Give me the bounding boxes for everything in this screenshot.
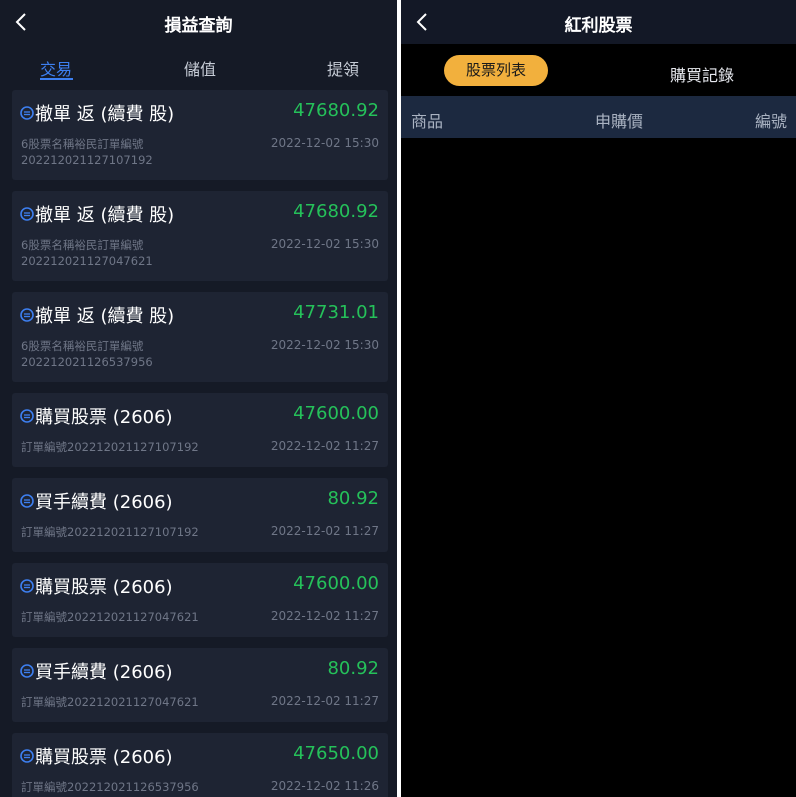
record-order-no: 訂單編號202212021127047621 — [21, 610, 199, 624]
record-order-no: 訂單編號202212021127047621 — [21, 695, 199, 709]
right-header: 紅利股票 — [401, 0, 796, 44]
record-name: 撤單 返 (續費 股) — [35, 306, 175, 327]
record-amount: 80.92 — [327, 488, 379, 509]
column-product: 商品 — [411, 112, 444, 131]
record-desc: 6股票名稱裕民訂單編號 — [21, 238, 144, 252]
list-item[interactable]: 買手續費 (2606) 80.92 訂單編號202212021127107192… — [12, 478, 388, 552]
record-amount: 47731.01 — [293, 302, 379, 323]
record-order-no: 202212021127047621 — [21, 254, 153, 268]
record-name-row: 買手續費 (2606) — [20, 488, 173, 514]
record-time: 2022-12-02 15:30 — [270, 338, 379, 352]
list-item[interactable]: 購買股票 (2606) 47650.00 訂單編號202212021126537… — [12, 733, 388, 797]
list-item[interactable]: 撤單 返 (續費 股) 47680.92 6股票名稱裕民訂單編號 2022120… — [12, 90, 388, 180]
record-amount: 47650.00 — [293, 743, 379, 764]
tab-trade[interactable]: 交易 — [40, 56, 72, 80]
tab-bar: 交易 儲值 提領 — [0, 44, 397, 88]
record-desc: 6股票名稱裕民訂單編號 — [21, 137, 144, 151]
page-title: 損益查詢 — [164, 16, 233, 36]
segment-stock-list[interactable]: 股票列表 — [444, 55, 548, 86]
record-name-row: 買手續費 (2606) — [20, 658, 173, 684]
record-amount: 80.92 — [327, 658, 379, 679]
record-name-row: 撤單 返 (續費 股) — [20, 201, 174, 227]
record-time: 2022-12-02 11:27 — [270, 694, 379, 708]
record-time: 2022-12-02 11:27 — [270, 524, 379, 538]
circle-minus-icon — [20, 664, 34, 678]
segment-control: 股票列表 購買記錄 — [401, 44, 796, 96]
circle-minus-icon — [20, 579, 34, 593]
record-order-no: 202212021126537956 — [21, 355, 153, 369]
list-item[interactable]: 買手續費 (2606) 80.92 訂單編號202212021127047621… — [12, 648, 388, 722]
segment-purchase-history[interactable]: 購買記錄 — [670, 62, 734, 86]
record-name-row: 撤單 返 (續費 股) — [20, 100, 174, 126]
record-name: 撤單 返 (續費 股) — [35, 205, 175, 226]
record-name: 買手續費 (2606) — [35, 492, 173, 513]
record-amount: 47600.00 — [293, 573, 379, 594]
circle-minus-icon — [20, 207, 34, 221]
circle-minus-icon — [20, 308, 34, 322]
tab-withdraw[interactable]: 提領 — [327, 56, 359, 80]
record-name: 購買股票 (2606) — [35, 747, 173, 768]
record-time: 2022-12-02 11:27 — [270, 439, 379, 453]
tab-deposit[interactable]: 儲值 — [184, 56, 216, 80]
record-name-row: 購買股票 (2606) — [20, 403, 173, 429]
record-order-no: 202212021127107192 — [21, 153, 153, 167]
record-time: 2022-12-02 15:30 — [270, 136, 379, 150]
column-code: 編號 — [754, 112, 787, 131]
tab-active-indicator — [40, 78, 73, 80]
record-time: 2022-12-02 11:27 — [270, 609, 379, 623]
record-name-row: 購買股票 (2606) — [20, 573, 173, 599]
record-amount: 47600.00 — [293, 403, 379, 424]
record-time: 2022-12-02 15:30 — [270, 237, 379, 251]
record-name: 買手續費 (2606) — [35, 662, 173, 683]
record-amount: 47680.92 — [293, 201, 379, 222]
table-header: 商品 申購價 編號 — [401, 96, 796, 138]
list-item[interactable]: 撤單 返 (續費 股) 47731.01 6股票名稱裕民訂單編號 2022120… — [12, 292, 388, 382]
list-item[interactable]: 購買股票 (2606) 47600.00 訂單編號202212021127047… — [12, 563, 388, 637]
list-item[interactable]: 撤單 返 (續費 股) 47680.92 6股票名稱裕民訂單編號 2022120… — [12, 191, 388, 281]
record-order-no: 訂單編號202212021127107192 — [21, 440, 199, 454]
page-title: 紅利股票 — [564, 16, 633, 36]
record-name: 撤單 返 (續費 股) — [35, 104, 175, 125]
profit-loss-screen: 損益查詢 交易 儲值 提領 撤單 返 (續費 股) 47680.92 6股票名稱… — [0, 0, 397, 797]
record-order-no: 訂單編號202212021127107192 — [21, 525, 199, 539]
column-subscription-price: 申購價 — [595, 112, 644, 131]
record-name: 購買股票 (2606) — [35, 577, 173, 598]
circle-minus-icon — [20, 106, 34, 120]
list-item[interactable]: 購買股票 (2606) 47600.00 訂單編號202212021127107… — [12, 393, 388, 467]
left-header: 損益查詢 — [0, 0, 397, 44]
bonus-stock-screen: 紅利股票 股票列表 購買記錄 商品 申購價 編號 — [401, 0, 796, 797]
record-name: 購買股票 (2606) — [35, 407, 173, 428]
record-amount: 47680.92 — [293, 100, 379, 121]
circle-minus-icon — [20, 494, 34, 508]
circle-minus-icon — [20, 409, 34, 423]
record-desc: 6股票名稱裕民訂單編號 — [21, 339, 144, 353]
record-name-row: 撤單 返 (續費 股) — [20, 302, 174, 328]
record-time: 2022-12-02 11:26 — [270, 779, 379, 793]
circle-minus-icon — [20, 749, 34, 763]
record-name-row: 購買股票 (2606) — [20, 743, 173, 769]
record-order-no: 訂單編號202212021126537956 — [21, 780, 199, 794]
